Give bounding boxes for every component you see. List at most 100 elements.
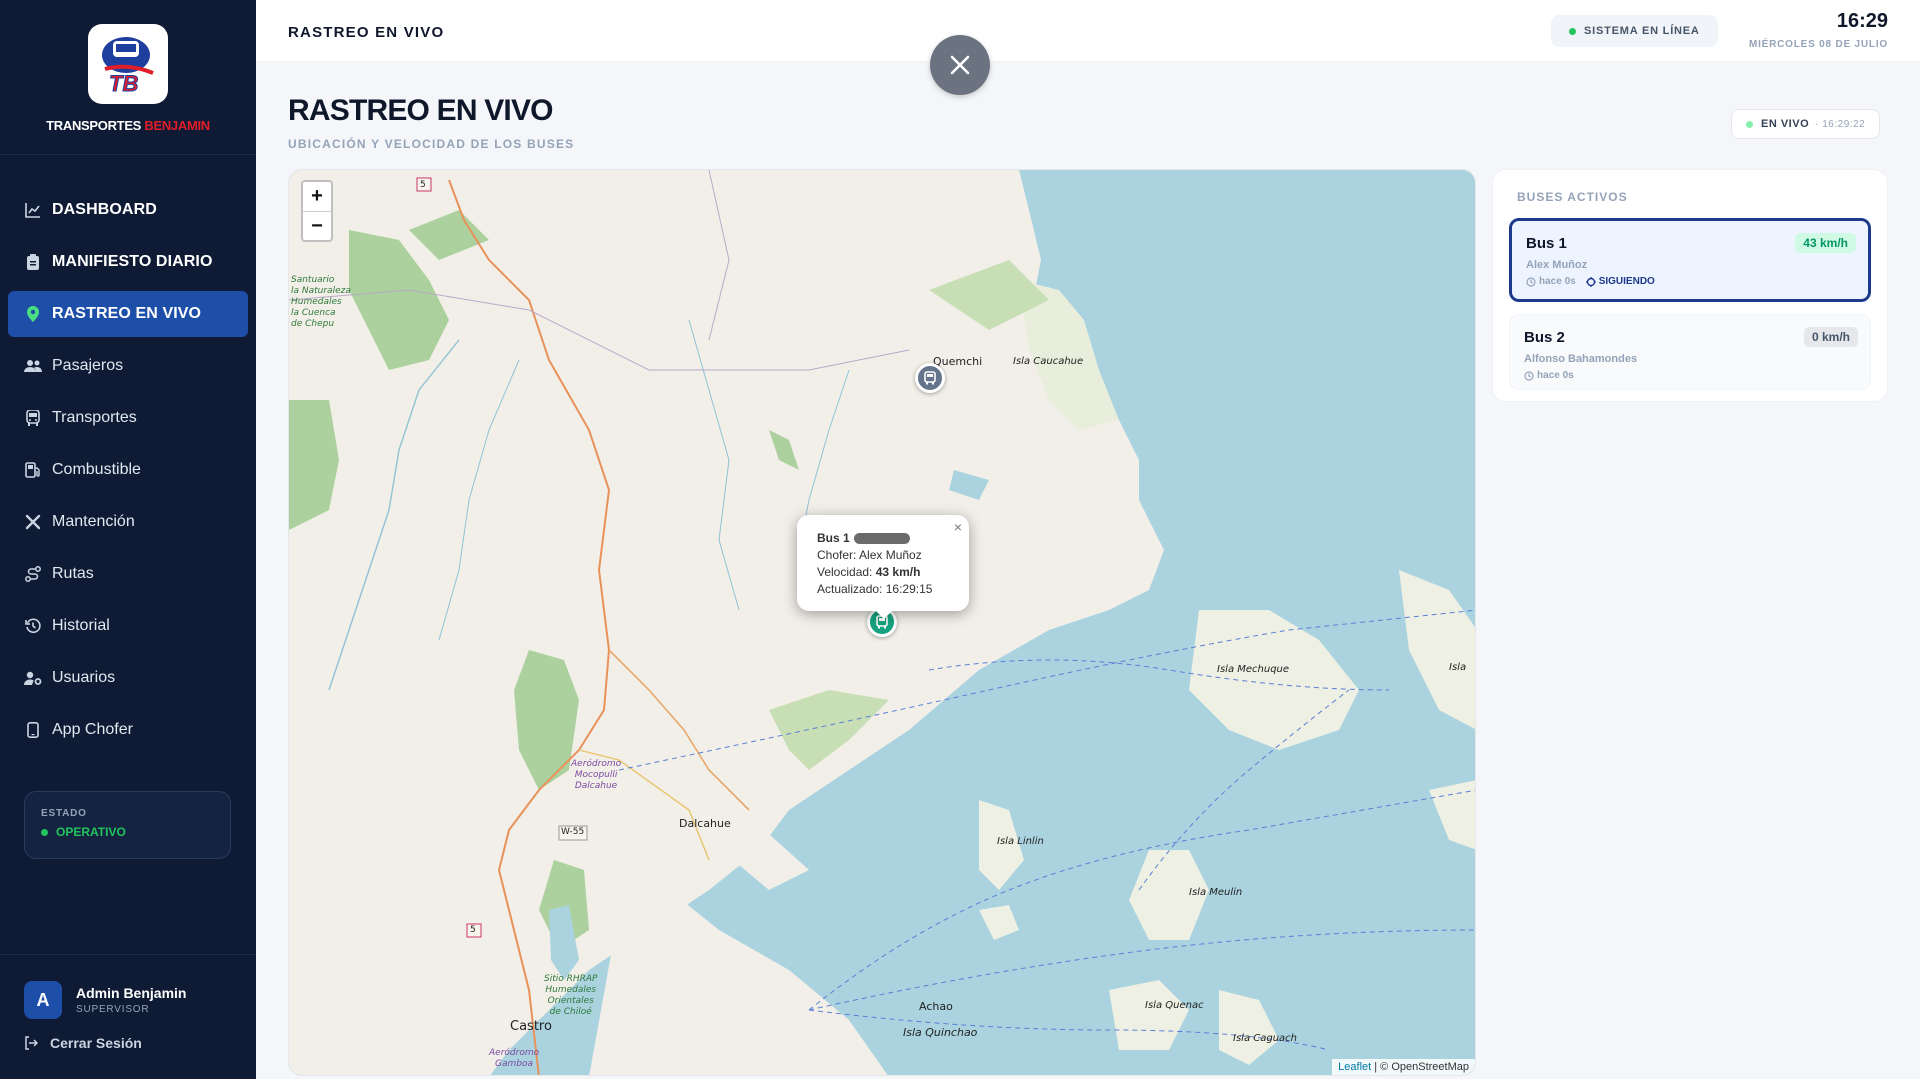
bus-icon [24, 409, 42, 427]
svg-text:TB: TB [109, 71, 138, 96]
target-icon [1585, 276, 1596, 287]
nav-label: App Chofer [52, 721, 133, 738]
brand: TB TRANSPORTES BENJAMIN [0, 0, 256, 155]
zoom-control: + − [301, 180, 333, 242]
label-quemchi: Quemchi [933, 355, 983, 368]
label-isla-linlin: Isla Linlin [997, 836, 1044, 847]
nav-label: MANIFIESTO DIARIO [52, 253, 213, 270]
bus-card-2[interactable]: Bus 2 Alfonso Bahamondes hace 0s 0 km/h [1509, 314, 1871, 390]
nav-label: Rutas [52, 565, 94, 582]
live-indicator: EN VIVO · 16:29:22 [1731, 109, 1881, 139]
nav-label: Usuarios [52, 669, 116, 686]
nav-item-transportes[interactable]: Transportes [8, 395, 248, 441]
history-icon [24, 617, 42, 635]
system-online-badge: SISTEMA EN LÍNEA [1551, 15, 1718, 47]
close-overlay-button[interactable] [930, 35, 990, 95]
label-isla-meulin: Isla Meulin [1189, 887, 1243, 898]
top-bar: RASTREO EN VIVO SISTEMA EN LÍNEA 16:29 M… [256, 0, 1920, 62]
nav-item-rutas[interactable]: Rutas [8, 551, 248, 597]
page-subtitle: UBICACIÓN Y VELOCIDAD DE LOS BUSES [288, 137, 575, 151]
nav-label: RASTREO EN VIVO [52, 305, 202, 322]
user-role: SUPERVISOR [76, 1004, 150, 1015]
speed-badge: 0 km/h [1803, 327, 1858, 347]
label-isla-quenac: Isla Quenac [1145, 1000, 1204, 1011]
route-icon [24, 565, 42, 583]
nav-item-manifiesto[interactable]: MANIFIESTO DIARIO [8, 239, 248, 285]
popup-updated: 16:29:15 [885, 582, 933, 596]
logout-button[interactable]: Cerrar Sesión [24, 1035, 232, 1051]
popup-redacted [853, 533, 910, 545]
bus-driver: Alex Muñoz [1526, 259, 1588, 271]
status-label: ESTADO [41, 808, 87, 819]
nav-item-combustible[interactable]: Combustible [8, 447, 248, 493]
logout-icon [24, 1036, 38, 1050]
nav-item-historial[interactable]: Historial [8, 603, 248, 649]
nav-item-usuarios[interactable]: Usuarios [8, 655, 248, 701]
status-value: OPERATIVO [41, 825, 214, 839]
route-5-shield-south: 5 [470, 925, 476, 935]
label-isla-quinchao: Isla Quinchao [903, 1026, 978, 1039]
zoom-out-button[interactable]: − [303, 211, 331, 240]
clock-icon [1526, 276, 1536, 287]
leaflet-link[interactable]: Leaflet [1338, 1061, 1371, 1073]
clock-icon [1524, 370, 1534, 381]
bus-meta: hace 0s [1524, 370, 1856, 381]
popup-speed: 43 km/h [875, 565, 921, 579]
system-status-card: ESTADO OPERATIVO [24, 791, 231, 859]
bus-card-1[interactable]: Bus 1 Alex Muñoz hace 0s SIGUIENDO 43 km… [1509, 218, 1871, 302]
user-profile[interactable]: A Admin Benjamin SUPERVISOR [24, 981, 232, 1019]
avatar: A [24, 981, 62, 1019]
label-isla-caucahue: Isla Caucahue [1013, 356, 1084, 367]
main-nav: DASHBOARD MANIFIESTO DIARIO RASTREO EN V… [0, 155, 256, 753]
bus-icon [924, 371, 936, 385]
label-santuario: Santuario la Naturaleza Humedales la Cue… [291, 275, 351, 329]
label-aerodromo-mocopulli: Aeródromo Mocopulli Dalcahue [571, 759, 622, 791]
label-sitio-rhrap: Sitio RHRAP Humedales Orientales de Chil… [544, 974, 598, 1017]
bus-popup: × Bus 1 Chofer: Alex Muñoz Velocidad: 43… [797, 515, 969, 619]
status-dot [41, 828, 48, 836]
clock: 16:29 MIÉRCOLES 08 DE JULIO [1749, 10, 1888, 50]
user-gear-icon [24, 669, 42, 687]
brand-name: TRANSPORTES BENJAMIN [46, 118, 210, 133]
live-map[interactable]: + − 5 W-55 5 Santuario la Naturaleza Hum… [288, 169, 1476, 1076]
nav-item-app-chofer[interactable]: App Chofer [8, 707, 248, 753]
bus-driver: Alfonso Bahamondes [1524, 353, 1638, 365]
speed-badge: 43 km/h [1795, 233, 1856, 253]
label-isla-mechuque: Isla Mechuque [1217, 664, 1290, 675]
close-icon [950, 55, 970, 75]
live-dot [1746, 120, 1753, 128]
nav-item-pasajeros[interactable]: Pasajeros [8, 343, 248, 389]
active-buses-panel: BUSES ACTIVOS Bus 1 Alex Muñoz hace 0s S… [1492, 169, 1888, 402]
label-isla-edge: Isla [1449, 662, 1467, 673]
map-pin-icon [24, 305, 42, 323]
nav-item-mantencion[interactable]: Mantención [8, 499, 248, 545]
map-attribution: Leaflet | © OpenStreetMap [1332, 1059, 1475, 1075]
clock-date: MIÉRCOLES 08 DE JULIO [1748, 39, 1888, 50]
bus-logo-icon: TB [102, 37, 154, 97]
label-dalcahue: Dalcahue [679, 817, 731, 830]
popup-bus-name: Bus 1 [817, 531, 850, 545]
label-aerodromo-gamboa: Aeródromo Gamboa [489, 1048, 540, 1069]
chart-line-icon [24, 201, 42, 219]
user-area: A Admin Benjamin SUPERVISOR Cerrar Sesió… [0, 954, 256, 1051]
wrench-icon [24, 513, 42, 531]
label-isla-caguach: Isla Caguach [1233, 1033, 1298, 1044]
mobile-icon [24, 721, 42, 739]
topbar-title: RASTREO EN VIVO [288, 24, 445, 41]
following-indicator: SIGUIENDO [1585, 276, 1655, 287]
panel-title: BUSES ACTIVOS [1517, 190, 1628, 204]
nav-label: Pasajeros [52, 357, 124, 374]
company-logo[interactable]: TB [88, 24, 168, 104]
popup-close-button[interactable]: × [954, 519, 962, 536]
nav-label: DASHBOARD [52, 201, 157, 218]
nav-item-rastreo[interactable]: RASTREO EN VIVO [8, 291, 248, 337]
zoom-in-button[interactable]: + [303, 182, 331, 211]
clock-time: 16:29 [1836, 10, 1888, 32]
user-name: Admin Benjamin [76, 985, 187, 1001]
nav-label: Transportes [52, 409, 137, 426]
route-5-shield: 5 [420, 180, 426, 190]
bus-2-marker[interactable] [915, 363, 945, 393]
nav-item-dashboard[interactable]: DASHBOARD [8, 187, 248, 233]
fuel-pump-icon [24, 461, 42, 479]
nav-label: Combustible [52, 461, 141, 478]
